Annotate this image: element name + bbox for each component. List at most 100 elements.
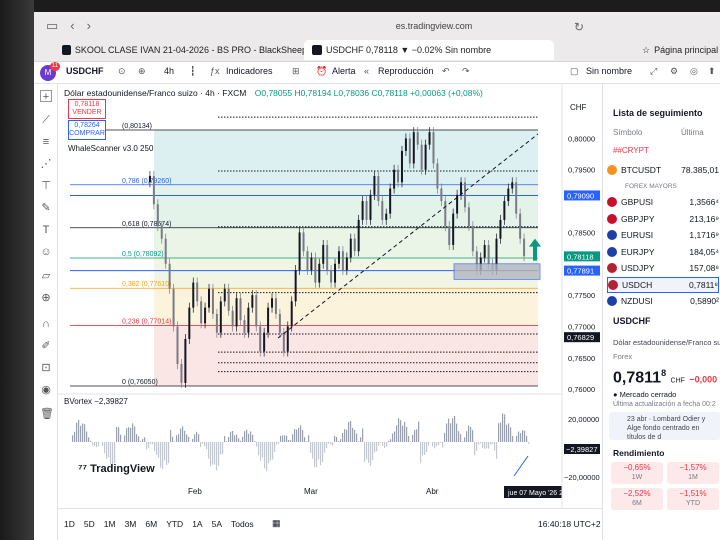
measure-icon[interactable]: ⊤ xyxy=(40,180,52,192)
performance-cell[interactable]: −1,51% YTD xyxy=(667,488,719,510)
buy-button[interactable]: 0,78264 COMPRAR xyxy=(68,120,106,140)
add-symbol-icon[interactable]: ⊕ xyxy=(138,66,146,77)
layout-name-button[interactable]: Sin nombre xyxy=(586,66,632,76)
oscillator-bar xyxy=(94,442,96,446)
crypt-section[interactable]: ##CRYPT xyxy=(613,146,649,155)
legend-title: Dólar estadounidense/Franco suizo · 4h ·… xyxy=(64,88,247,98)
compare-icon[interactable]: ⊙ xyxy=(118,66,126,77)
ruler-icon[interactable]: ▱ xyxy=(40,270,52,282)
watchlist-row[interactable]: GBPUSI 1,3566⁴ xyxy=(607,194,719,210)
currency-label: CHF xyxy=(570,103,587,112)
lock-drawings-icon[interactable]: ✐ xyxy=(40,340,52,352)
camera-icon[interactable]: ◎ xyxy=(690,66,698,77)
oscillator-bar xyxy=(226,441,228,442)
undo-icon[interactable]: ↶ xyxy=(442,66,450,77)
oscillator-bar xyxy=(448,418,450,442)
oscillator-bar xyxy=(250,431,252,442)
oscillator-bar xyxy=(312,442,314,459)
redo-icon[interactable]: ↷ xyxy=(462,66,470,77)
watchlist-row[interactable]: USDCH 0,7811⁸ xyxy=(607,276,719,293)
range-button[interactable]: 1M xyxy=(104,519,116,529)
oscillator-bar xyxy=(506,424,508,442)
emoji-icon[interactable]: ☺ xyxy=(40,246,52,258)
range-button[interactable]: 3M xyxy=(125,519,137,529)
avatar[interactable]: M 11 xyxy=(40,62,60,81)
range-button[interactable]: Todos xyxy=(231,519,254,529)
crosshair-icon[interactable]: + xyxy=(40,90,52,103)
symbol-search-button[interactable]: USDCHF xyxy=(66,66,104,76)
fullscreen-icon[interactable]: ⤢ xyxy=(650,66,657,77)
range-button[interactable]: YTD xyxy=(166,519,183,529)
oscillator-bar xyxy=(362,428,364,442)
watchlist-row[interactable]: GBPJPY 213,16⁹ xyxy=(607,211,719,227)
range-button[interactable]: 5D xyxy=(84,519,95,529)
watchlist-row[interactable]: NZDUSI 0,5890² xyxy=(607,293,719,309)
trendline-icon[interactable]: ⟋ xyxy=(40,114,52,126)
watchlist-row[interactable]: BTCUSDT 78.385,01 xyxy=(607,162,719,178)
detail-price: 0,78118 CHF −0,000 xyxy=(613,368,717,387)
interval-button[interactable]: 4h xyxy=(164,66,174,76)
performance-period: YTD xyxy=(686,500,700,507)
reload-icon[interactable]: ↻ xyxy=(574,20,584,34)
oscillator-bar xyxy=(376,442,378,452)
detail-symbol[interactable]: USDCHF xyxy=(613,316,651,326)
performance-cell[interactable]: −1,57% 1M xyxy=(667,462,719,484)
address-bar[interactable]: es.tradingview.com xyxy=(334,21,534,31)
range-button[interactable]: 1A xyxy=(192,519,202,529)
lock-icon[interactable]: ⊡ xyxy=(40,362,52,374)
candle-body xyxy=(286,326,289,352)
magnet-icon[interactable]: ∩ xyxy=(40,318,52,330)
templates-icon[interactable]: ⊞ xyxy=(292,66,300,77)
trash-icon[interactable]: 🗑 xyxy=(40,408,54,420)
tab-home[interactable]: ☆ Página principal xyxy=(634,40,720,60)
oscillator-bar xyxy=(158,442,160,458)
performance-cell[interactable]: −0,65% 1W xyxy=(611,462,663,484)
settings-icon[interactable]: ⚙ xyxy=(670,66,678,77)
oscillator-bar xyxy=(426,442,428,453)
oscillator-bar xyxy=(184,430,186,442)
sidebar-toggle-icon[interactable]: ▭ xyxy=(46,18,58,34)
range-button[interactable]: 6M xyxy=(145,519,157,529)
col-symbol[interactable]: Símbolo xyxy=(613,128,642,137)
forward-icon[interactable]: › xyxy=(87,18,91,34)
performance-period: 1W xyxy=(631,474,643,481)
section-forex[interactable]: FOREX MAYORS xyxy=(625,183,677,190)
candle-body xyxy=(255,295,258,327)
col-last[interactable]: Última xyxy=(681,128,704,137)
indicators-button[interactable]: Indicadores xyxy=(226,66,273,76)
oscillator-bar xyxy=(474,442,476,456)
sell-button[interactable]: 0,78118 VENDER xyxy=(68,99,106,119)
replay-button[interactable]: Reproducción xyxy=(378,66,434,76)
news-item[interactable]: 23 abr · Lombard Odier y Alge fondo cent… xyxy=(609,412,720,440)
chart-type-icon[interactable]: ┇ xyxy=(190,66,195,77)
back-icon[interactable]: ‹ xyxy=(70,18,74,34)
publish-icon[interactable]: ⬆ xyxy=(708,66,716,77)
tab-tradingview[interactable]: USDCHF 0,78118 ▼ −0.02% Sin nombre xyxy=(304,40,554,60)
candle-body xyxy=(345,257,348,271)
watchlist-row[interactable]: USDJPY 157,08⁸ xyxy=(607,260,719,276)
detail-name: Dólar estadounidense/Franco suizo xyxy=(613,338,720,347)
watchlist-row[interactable]: EURJPY 184,05⁴ xyxy=(607,244,719,260)
alert-button[interactable]: Alerta xyxy=(332,66,356,76)
pattern-icon[interactable]: ⋰ xyxy=(40,158,52,170)
watchlist-title[interactable]: Lista de seguimiento xyxy=(613,108,703,118)
clock[interactable]: 16:40:18 UTC+2 xyxy=(538,519,601,529)
watchlist-row[interactable]: EURUSI 1,1716⁹ xyxy=(607,227,719,243)
text-icon[interactable]: T xyxy=(40,224,52,236)
range-button[interactable]: 1D xyxy=(64,519,75,529)
indicator-label[interactable]: WhaleScanner v3.0 250 xyxy=(68,144,153,153)
range-button[interactable]: 5A xyxy=(212,519,222,529)
calendar-icon[interactable]: ▦ xyxy=(272,518,281,529)
tab-skool[interactable]: SKOOL CLASE IVAN 21-04-2026 - BS PRO - B… xyxy=(54,40,324,60)
fib-icon[interactable]: ≡ xyxy=(40,136,52,148)
eye-icon[interactable]: ◉ xyxy=(40,384,52,396)
detail-change: −0,000 xyxy=(689,374,718,385)
brush-icon[interactable]: ✎ xyxy=(40,202,52,214)
performance-cell[interactable]: −2,52% 6M xyxy=(611,488,663,510)
zoom-icon[interactable]: ⊕ xyxy=(40,292,52,304)
oscillator-bar xyxy=(288,439,290,442)
oscillator-bar xyxy=(230,431,232,442)
layout-icon: ▢ xyxy=(570,66,579,76)
oscillator-bar xyxy=(526,435,528,442)
oscillator-bar xyxy=(434,442,436,449)
